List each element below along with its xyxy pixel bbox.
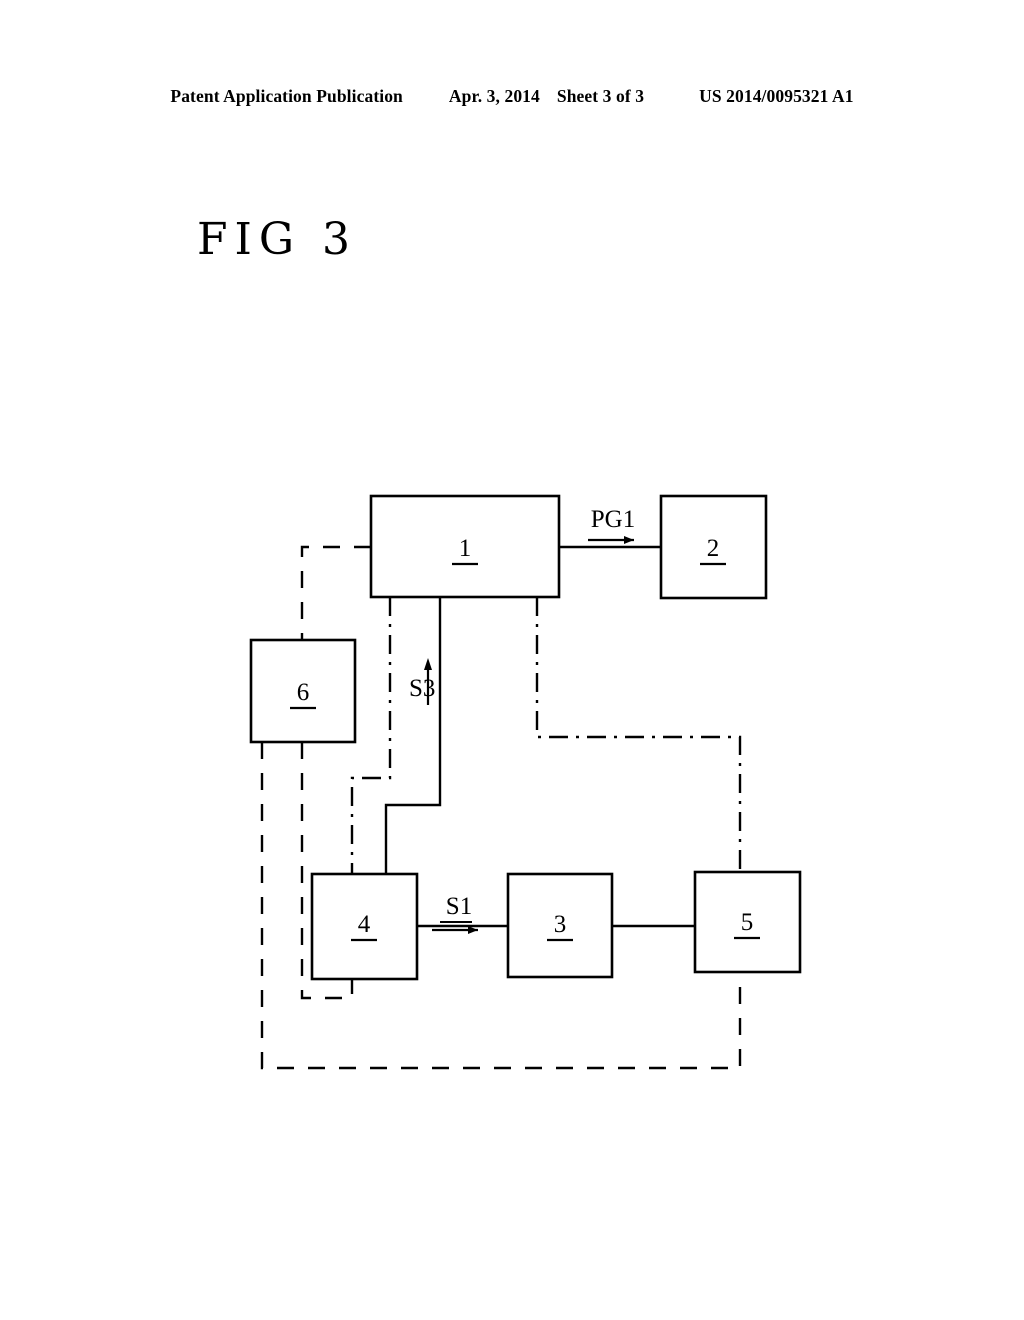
connection-block1-to-block4-solid (384, 597, 442, 874)
connection-block1-to-block4-dashdot (350, 597, 392, 874)
block-1-label: 1 (459, 535, 472, 562)
block-1[interactable]: 1 (369, 494, 561, 599)
block-3-label: 3 (554, 911, 567, 938)
block-4-label: 4 (358, 911, 371, 938)
signal-label-s3: S3 (409, 658, 435, 705)
signal-label-s1: S1 (432, 893, 478, 934)
block-2-label: 2 (707, 535, 720, 562)
signal-s3-text: S3 (409, 675, 435, 702)
signal-pg1-text: PG1 (591, 506, 635, 533)
block-5[interactable]: 5 (693, 870, 802, 974)
signal-label-pg1: PG1 (588, 506, 635, 544)
block-6-label: 6 (297, 679, 310, 706)
signal-s1-text: S1 (446, 893, 472, 920)
figure-diagram: 1 2 6 4 3 5 PG1 S1 S3 (0, 0, 1024, 1320)
block-5-label: 5 (741, 909, 754, 936)
block-3[interactable]: 3 (506, 872, 614, 979)
block-2[interactable]: 2 (659, 494, 768, 600)
block-4[interactable]: 4 (310, 872, 419, 981)
connection-block1-to-block6 (300, 545, 371, 640)
block-6[interactable]: 6 (249, 638, 357, 744)
connection-block1-to-block5-dashdot (535, 597, 742, 872)
